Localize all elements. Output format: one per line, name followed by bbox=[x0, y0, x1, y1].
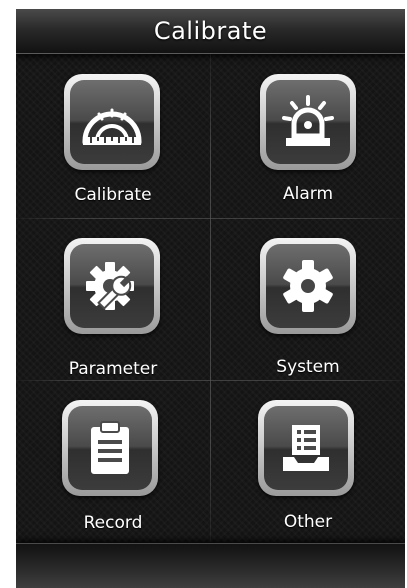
protractor-icon bbox=[70, 80, 154, 164]
menu-item-parameter[interactable]: Parameter bbox=[16, 219, 210, 379]
other-button[interactable] bbox=[258, 400, 354, 496]
gear-icon bbox=[266, 244, 350, 328]
record-button[interactable] bbox=[62, 400, 158, 496]
menu-item-other[interactable]: Other bbox=[211, 382, 405, 542]
gear-wrench-icon bbox=[70, 244, 154, 328]
menu-grid: Calibrate Alarm Parameter System Record … bbox=[16, 54, 405, 542]
menu-item-calibrate[interactable]: Calibrate bbox=[16, 54, 210, 214]
app-screen: Calibrate Calibrate Alarm Parameter Syst… bbox=[16, 9, 405, 588]
menu-item-alarm[interactable]: Alarm bbox=[211, 54, 405, 214]
alarm-button[interactable] bbox=[260, 74, 356, 170]
menu-label-parameter: Parameter bbox=[68, 359, 158, 379]
parameter-button[interactable] bbox=[64, 238, 160, 334]
title-bar: Calibrate bbox=[16, 9, 405, 54]
menu-item-system[interactable]: System bbox=[211, 219, 405, 379]
alarm-light-icon bbox=[266, 80, 350, 164]
grid-divider-horizontal bbox=[16, 380, 405, 381]
menu-label-alarm: Alarm bbox=[282, 184, 334, 204]
clipboard-icon bbox=[68, 406, 152, 490]
system-button[interactable] bbox=[260, 238, 356, 334]
bottom-bar bbox=[16, 543, 405, 588]
menu-label-calibrate: Calibrate bbox=[74, 185, 152, 205]
menu-item-record[interactable]: Record bbox=[16, 382, 210, 542]
inbox-list-icon bbox=[264, 406, 348, 490]
menu-label-other: Other bbox=[283, 512, 333, 532]
calibrate-button[interactable] bbox=[64, 74, 160, 170]
page-title: Calibrate bbox=[153, 17, 268, 45]
menu-label-record: Record bbox=[83, 513, 143, 533]
menu-label-system: System bbox=[276, 357, 340, 377]
